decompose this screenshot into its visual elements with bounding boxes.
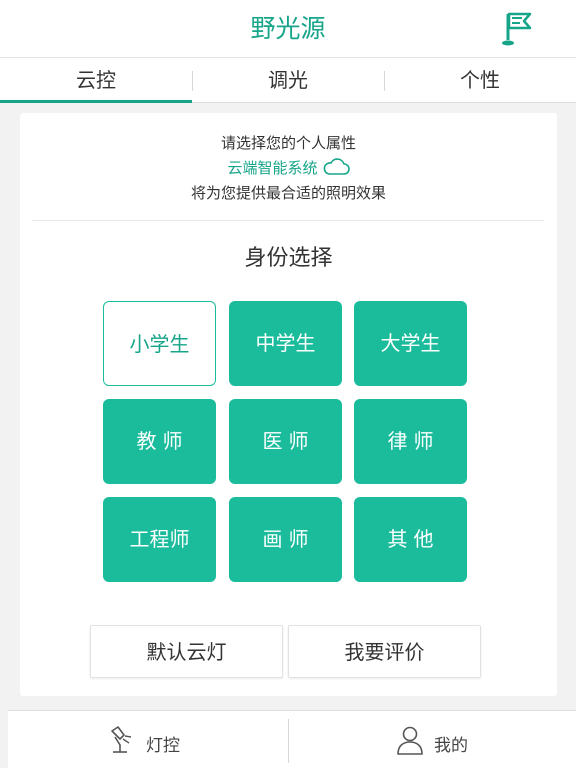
left-edge bbox=[0, 710, 8, 768]
app-title: 野光源 bbox=[250, 14, 326, 43]
identity-engineer[interactable]: 工程师 bbox=[103, 497, 216, 582]
tab-label: 调光 bbox=[268, 68, 308, 92]
identity-college-student[interactable]: 大学生 bbox=[354, 301, 467, 386]
tab-label: 个性 bbox=[460, 68, 500, 92]
identity-lawyer[interactable]: 律师 bbox=[354, 399, 467, 484]
identity-other[interactable]: 其他 bbox=[354, 497, 467, 582]
user-icon bbox=[397, 726, 423, 755]
section-title: 身份选择 bbox=[244, 246, 333, 271]
intro-line-3: 将为您提供最合适的照明效果 bbox=[190, 184, 386, 202]
tab-personal[interactable]: 个性 bbox=[384, 58, 576, 103]
identity-primary-student[interactable]: 小学生 bbox=[103, 301, 216, 386]
identity-middle-student[interactable]: 中学生 bbox=[229, 301, 342, 386]
cloud-icon bbox=[323, 158, 350, 175]
identity-teacher[interactable]: 教师 bbox=[103, 399, 216, 484]
divider bbox=[32, 220, 544, 221]
lamp-icon bbox=[111, 726, 132, 753]
default-cloud-light-button[interactable]: 默认云灯 bbox=[90, 625, 283, 678]
nav-item-mine[interactable]: 我的 bbox=[289, 711, 576, 768]
tab-dimming[interactable]: 调光 bbox=[192, 58, 384, 103]
identity-painter[interactable]: 画师 bbox=[229, 497, 342, 582]
intro-line-1: 请选择您的个人属性 bbox=[220, 134, 356, 152]
identity-card: 请选择您的个人属性 云端智能系统 将为您提供最合适的照明效果 身份选择 小学生 … bbox=[20, 113, 557, 696]
nav-item-lamp-control[interactable]: 灯控 bbox=[0, 711, 288, 768]
nav-label: 我的 bbox=[434, 736, 468, 756]
intro-text: 请选择您的个人属性 云端智能系统 将为您提供最合适的照明效果 bbox=[20, 131, 557, 206]
identity-doctor[interactable]: 医师 bbox=[229, 399, 342, 484]
tab-cloud-control[interactable]: 云控 bbox=[0, 58, 192, 103]
nav-label: 灯控 bbox=[146, 736, 180, 756]
flag-icon[interactable] bbox=[500, 10, 534, 48]
app-header: 野光源 bbox=[0, 0, 576, 58]
review-button[interactable]: 我要评价 bbox=[288, 625, 481, 678]
tab-label: 云控 bbox=[76, 68, 116, 92]
bottom-nav: 灯控 我的 bbox=[0, 710, 576, 768]
top-tab-bar: 云控 调光 个性 bbox=[0, 58, 576, 103]
identity-grid: 小学生 中学生 大学生 教师 医师 律师 工程师 画师 其他 bbox=[103, 301, 468, 583]
brand-name: 云端智能系统 bbox=[227, 159, 318, 177]
intro-line-2: 云端智能系统 bbox=[20, 156, 557, 181]
